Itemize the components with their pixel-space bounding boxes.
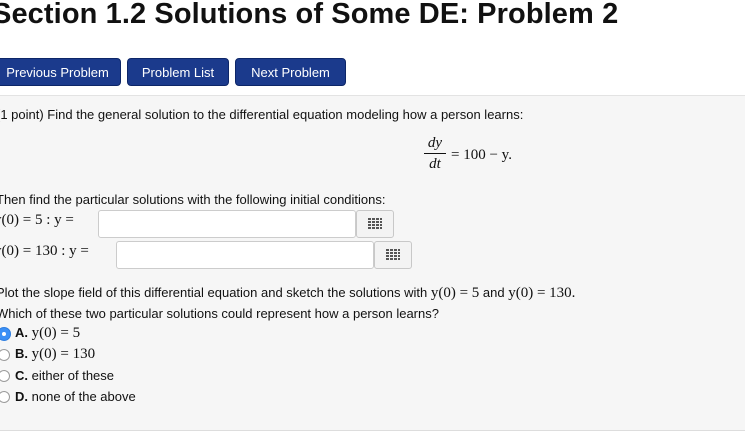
slope-text-and: and (482, 285, 505, 300)
previous-problem-button[interactable]: Previous Problem (0, 58, 121, 86)
slope-math-2: y(0) = 130. (508, 285, 576, 301)
slope-text-before: Plot the slope field of this differentia… (0, 285, 428, 300)
next-problem-button[interactable]: Next Problem (235, 58, 346, 86)
slope-math-1: y(0) = 5 (430, 285, 480, 301)
condition-2-equation-editor-button[interactable] (374, 241, 412, 269)
option-b-label[interactable]: B. y(0) = 130 (15, 346, 95, 363)
option-b-letter: B. (15, 346, 28, 361)
equation-numerator: dy (427, 135, 443, 151)
conditions-intro: Then find the particular solutions with … (0, 192, 386, 207)
option-c-label[interactable]: C. either of these (15, 368, 114, 383)
question-text: Which of these two particular solutions … (0, 306, 439, 321)
option-a-label[interactable]: A. y(0) = 5 (15, 325, 80, 342)
option-d-text: none of the above (31, 389, 136, 404)
equation-rhs: = 100 − y. (451, 147, 512, 163)
condition-1-equation-editor-button[interactable] (356, 210, 394, 238)
condition-1-label: y(0) = 5 : y = (0, 212, 74, 228)
option-a-text: y(0) = 5 (31, 325, 81, 341)
option-c-text: either of these (31, 368, 115, 383)
slope-field-instruction: Plot the slope field of this differentia… (0, 285, 575, 302)
grid-icon (368, 218, 382, 229)
option-d-label[interactable]: D. none of the above (15, 389, 136, 404)
grid-icon (386, 249, 400, 260)
page-title: Section 1.2 Solutions of Some DE: Proble… (0, 0, 619, 30)
option-d-letter: D. (15, 389, 28, 404)
equation-denominator: dt (429, 156, 441, 172)
condition-1-answer-input[interactable] (98, 210, 356, 238)
option-b-text: y(0) = 130 (31, 346, 96, 362)
fraction-bar (424, 153, 446, 154)
condition-2-label: y(0) = 130 : y = (0, 243, 89, 259)
problem-list-button[interactable]: Problem List (127, 58, 229, 86)
option-c-letter: C. (15, 368, 28, 383)
option-a-letter: A. (15, 325, 28, 340)
condition-2-answer-input[interactable] (116, 241, 374, 269)
problem-intro: (1 point) Find the general solution to t… (0, 107, 524, 122)
card-bottom-divider (0, 430, 745, 431)
equation-fraction: dy dt (423, 134, 447, 173)
